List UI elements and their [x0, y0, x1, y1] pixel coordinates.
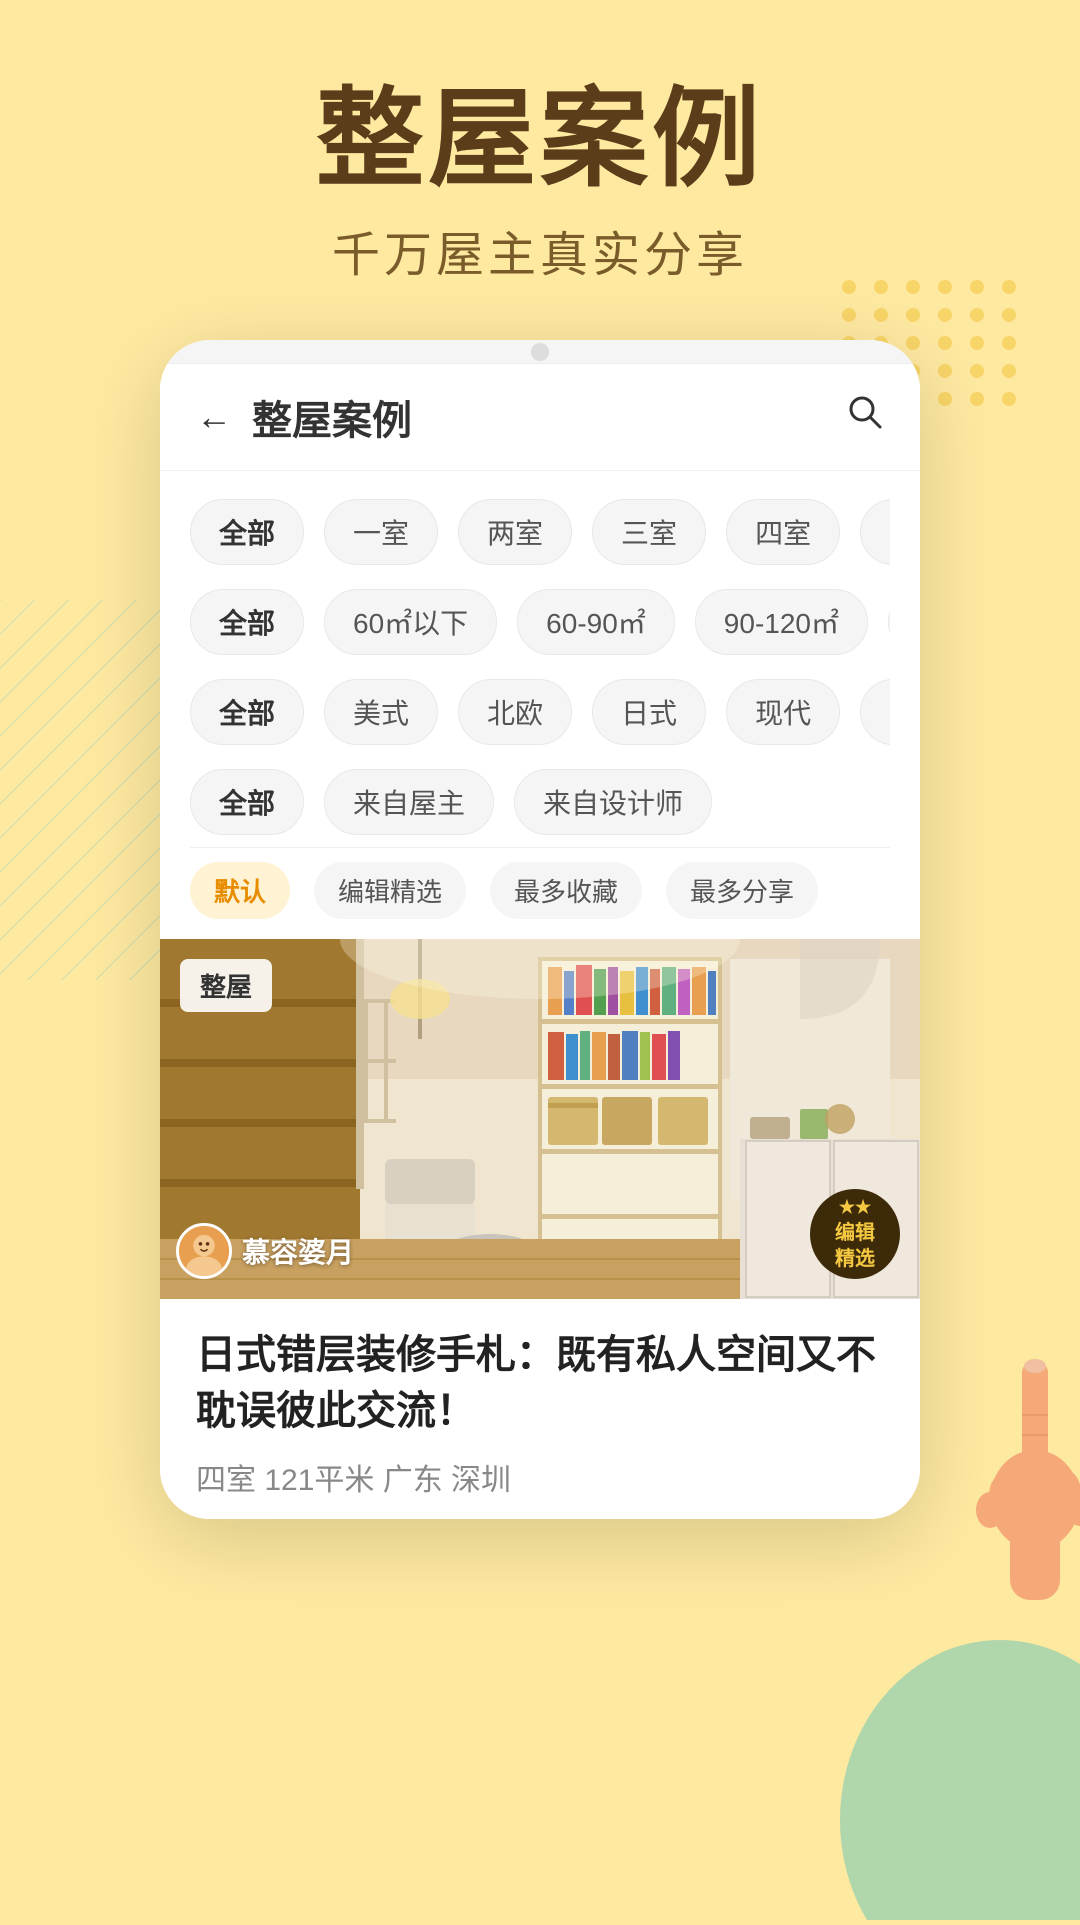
filter-chip-from-owner[interactable]: 来自屋主 [324, 769, 494, 835]
sort-most-shared[interactable]: 最多分享 [666, 862, 818, 919]
filter-chip-5room[interactable]: 五室 [860, 499, 890, 565]
filter-chip-3room[interactable]: 三室 [592, 499, 706, 565]
content-card[interactable]: 整屋 慕容婆月 [160, 939, 920, 1519]
sort-editor-picks[interactable]: 编辑精选 [314, 862, 466, 919]
user-avatar [176, 1223, 232, 1279]
card-image: 整屋 慕容婆月 [160, 939, 920, 1299]
filter-chip-all-source[interactable]: 全部 [190, 769, 304, 835]
filter-row-rooms: 全部 一室 两室 三室 四室 五室 [190, 487, 890, 577]
editor-badge-line2: 精选 [835, 1246, 875, 1272]
filter-chip-2room[interactable]: 两室 [458, 499, 572, 565]
user-info: 慕容婆月 [176, 1223, 354, 1279]
filter-chip-1room[interactable]: 一室 [324, 499, 438, 565]
filter-chip-60-90[interactable]: 60-90㎡ [517, 589, 675, 655]
filter-row-style: 全部 美式 北欧 日式 现代 复古 [190, 667, 890, 757]
app-header: ← 整屋案例 [160, 364, 920, 471]
filter-chip-all-style[interactable]: 全部 [190, 679, 304, 745]
header-area: 整屋案例 千万屋主真实分享 [0, 80, 1080, 285]
background-green-shape [820, 1620, 1080, 1920]
editor-badge-line1: 编辑 [835, 1220, 875, 1246]
filter-chip-from-designer[interactable]: 来自设计师 [514, 769, 712, 835]
phone-mockup: ← 整屋案例 全部 一室 两室 三室 四室 五室 全部 60㎡以下 60-90㎡… [160, 340, 920, 1519]
card-meta: 四室 121平米 广东 深圳 [196, 1455, 884, 1499]
editor-badge: ★★ 编辑 精选 [810, 1189, 900, 1279]
filter-row-source: 全部 来自屋主 来自设计师 [190, 757, 890, 847]
search-icon[interactable] [846, 393, 884, 441]
sort-default[interactable]: 默认 [190, 862, 290, 919]
app-title: 整屋案例 [252, 388, 846, 446]
filter-chip-nordic[interactable]: 北欧 [458, 679, 572, 745]
filter-chip-american[interactable]: 美式 [324, 679, 438, 745]
filter-chip-japanese[interactable]: 日式 [592, 679, 706, 745]
filter-chip-all-rooms[interactable]: 全部 [190, 499, 304, 565]
sub-title: 千万屋主真实分享 [0, 215, 1080, 285]
editor-badge-stars: ★★ [839, 1196, 871, 1219]
sort-most-saved[interactable]: 最多收藏 [490, 862, 642, 919]
user-name: 慕容婆月 [242, 1231, 354, 1271]
filter-row-area: 全部 60㎡以下 60-90㎡ 90-120㎡ 120- [190, 577, 890, 667]
filter-chip-modern[interactable]: 现代 [726, 679, 840, 745]
filter-chip-120plus[interactable]: 120- [888, 593, 890, 651]
background-lines [0, 600, 160, 980]
back-button[interactable]: ← [196, 396, 232, 438]
filter-chip-60below[interactable]: 60㎡以下 [324, 589, 497, 655]
filter-chip-4room[interactable]: 四室 [726, 499, 840, 565]
main-title: 整屋案例 [0, 80, 1080, 199]
filter-chip-90-120[interactable]: 90-120㎡ [695, 589, 868, 655]
filter-chip-vintage[interactable]: 复古 [860, 679, 890, 745]
sort-row: 默认 编辑精选 最多收藏 最多分享 [190, 847, 890, 923]
card-tag: 整屋 [180, 959, 272, 1012]
card-title: 日式错层装修手札：既有私人空间又不耽误彼此交流！ [196, 1327, 884, 1439]
filter-chip-all-area[interactable]: 全部 [190, 589, 304, 655]
hand-pointer-illustration [950, 1340, 1080, 1600]
phone-camera [531, 343, 549, 361]
filter-section: 全部 一室 两室 三室 四室 五室 全部 60㎡以下 60-90㎡ 90-120… [160, 471, 920, 939]
phone-notch [160, 340, 920, 364]
card-content: 日式错层装修手札：既有私人空间又不耽误彼此交流！ 四室 121平米 广东 深圳 [160, 1299, 920, 1519]
